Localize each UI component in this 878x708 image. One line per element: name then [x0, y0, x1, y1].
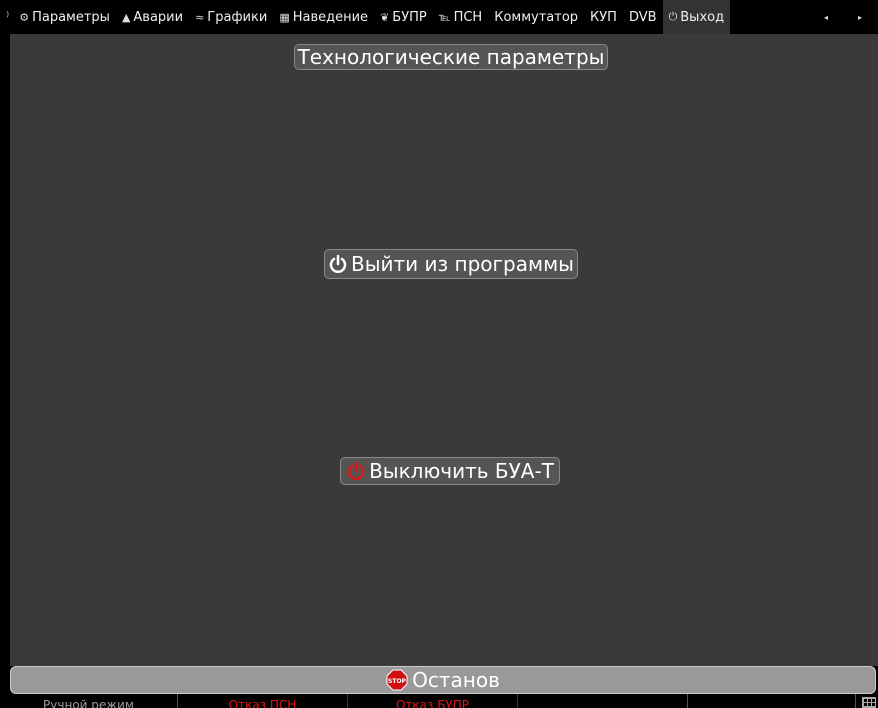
tab-switch-label: Коммутатор [494, 9, 579, 25]
scroll-right-button[interactable]: ▸ [846, 6, 874, 28]
tab-psn-label: ПСН [453, 9, 483, 25]
power-red-icon [346, 461, 366, 481]
shutdown-label: Выключить БУА-Т [369, 459, 554, 483]
svg-text:STOP: STOP [388, 678, 407, 685]
power-icon [328, 254, 348, 274]
tab-dvb-label: DVB [628, 9, 657, 25]
tab-alarms[interactable]: ▲ Аварии [116, 0, 189, 34]
stop-label: Останов [412, 668, 500, 692]
tab-switch[interactable]: Коммутатор [488, 0, 584, 34]
warning-icon: ▲ [121, 10, 131, 24]
keyboard-grid-icon[interactable] [862, 697, 876, 708]
scroll-left-button[interactable]: ◂ [812, 6, 840, 28]
status-mode: Ручной режим [0, 694, 178, 708]
grid-icon: ▦ [279, 10, 290, 24]
stop-sign-icon: STOP [386, 669, 408, 691]
tab-kup[interactable]: КУП [584, 0, 623, 34]
power-icon: ⏻ [668, 10, 678, 23]
tab-kup-label: КУП [590, 9, 617, 25]
status-bar: Ручной режим Отказ ПСН Отказ БУПР [0, 694, 878, 708]
bupr-icon: ❦ [380, 10, 390, 24]
tab-params[interactable]: ⚙ Параметры [13, 0, 116, 34]
shutdown-button[interactable]: Выключить БУА-Т [340, 457, 560, 485]
tab-guidance-label: Наведение [292, 9, 369, 25]
tab-alarms-label: Аварии [133, 9, 184, 25]
tab-bupr-label: БУПР [392, 9, 427, 25]
tab-exit[interactable]: ⏻ Выход [662, 0, 731, 34]
status-empty-1 [518, 694, 688, 708]
tab-params-label: Параметры [32, 9, 110, 25]
signal-icon: ℡ [438, 10, 451, 24]
stop-button[interactable]: STOP Останов [10, 666, 876, 694]
graph-icon: ≈ [195, 10, 205, 24]
tab-dvb[interactable]: DVB [623, 0, 663, 34]
status-empty-2 [688, 694, 856, 708]
main-panel: Технологические параметры Выйти из прогр… [10, 34, 878, 666]
page-title: Технологические параметры [294, 44, 608, 70]
params-icon: ⚙ [19, 10, 30, 24]
status-psn-fault: Отказ ПСН [178, 694, 348, 708]
tab-bar: ⁾ ⚙ Параметры ▲ Аварии ≈ Графики ▦ Наведение… [0, 0, 878, 34]
tab-cut-icon: ⁾ [6, 9, 10, 25]
exit-program-button[interactable]: Выйти из программы [324, 249, 578, 279]
tab-graphs[interactable]: ≈ Графики [189, 0, 273, 34]
status-bupr-fault: Отказ БУПР [348, 694, 518, 708]
exit-program-label: Выйти из программы [351, 252, 574, 276]
tab-graphs-label: Графики [207, 9, 268, 25]
tab-psn[interactable]: ℡ ПСН [433, 0, 488, 34]
tab-exit-label: Выход [680, 9, 725, 25]
tab-guidance[interactable]: ▦ Наведение [273, 0, 374, 34]
tab-bupr[interactable]: ❦ БУПР [374, 0, 433, 34]
